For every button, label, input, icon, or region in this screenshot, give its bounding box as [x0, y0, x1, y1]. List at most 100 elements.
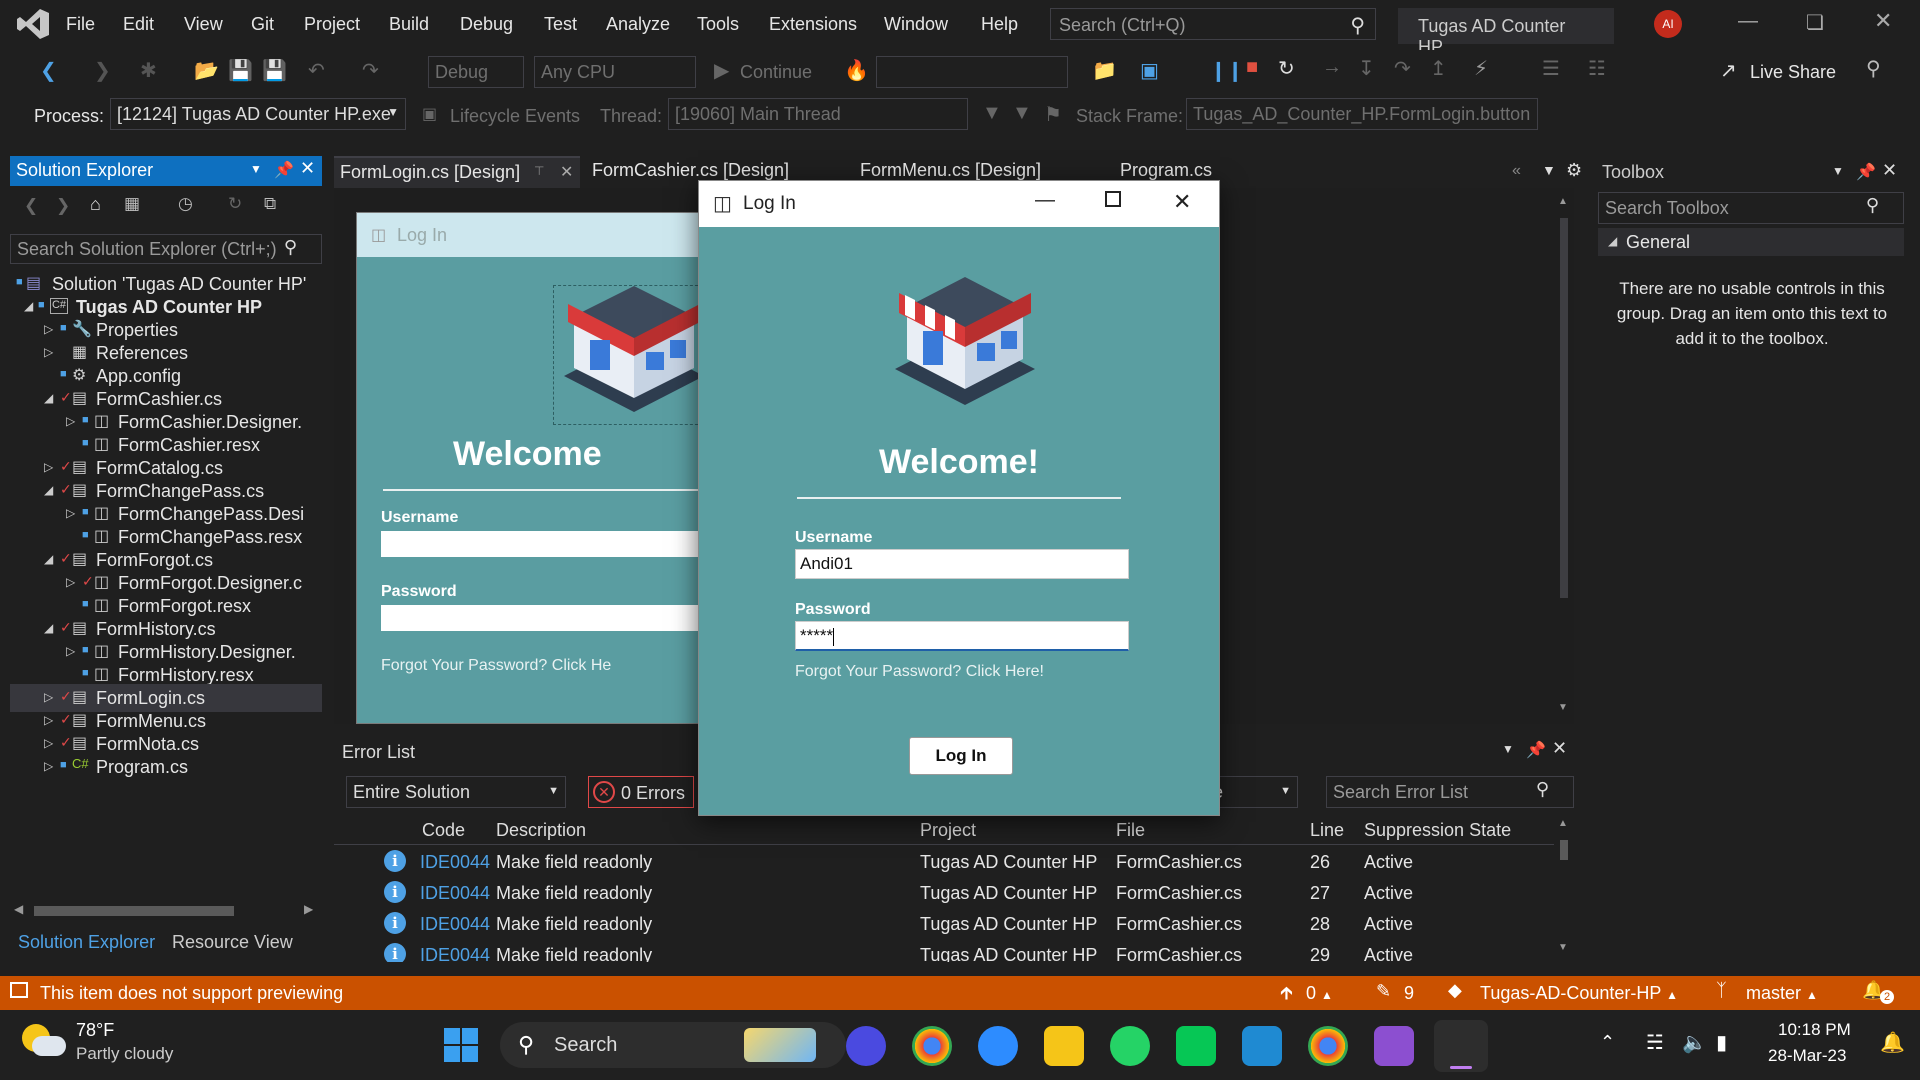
- platform-select[interactable]: Any CPU: [534, 56, 696, 88]
- save-icon[interactable]: 💾: [228, 58, 253, 83]
- home-icon[interactable]: ⌂: [90, 194, 101, 215]
- switch-views-icon[interactable]: ▦: [124, 194, 140, 214]
- close-icon[interactable]: ✕: [1552, 738, 1567, 759]
- minimize-icon[interactable]: —: [1035, 189, 1055, 212]
- login-dialog-titlebar[interactable]: ◫ Log In — ✕: [699, 181, 1219, 227]
- align-icon[interactable]: ☰: [1542, 56, 1560, 81]
- chevron-down-icon[interactable]: ▼: [1502, 742, 1514, 756]
- close-icon[interactable]: ✕: [1882, 160, 1897, 181]
- pending-changes-count[interactable]: 9: [1404, 983, 1414, 1004]
- menu-build[interactable]: Build: [389, 14, 429, 35]
- designer-login-form[interactable]: ◫ Log In Welcome Username Password Forgo…: [356, 212, 706, 724]
- column-file[interactable]: File: [1116, 820, 1145, 841]
- step-over-icon[interactable]: ↷: [1394, 56, 1411, 81]
- tree-item-program[interactable]: ▷ ■ C# Program.cs: [10, 753, 322, 781]
- configuration-select[interactable]: Debug: [428, 56, 524, 88]
- toolbox-group-general[interactable]: ◢ General: [1598, 228, 1904, 256]
- designer-shop-picture[interactable]: [553, 285, 704, 425]
- close-icon[interactable]: ✕: [300, 158, 315, 179]
- continue-icon[interactable]: ▶: [714, 58, 729, 83]
- flag-threads-icon[interactable]: ⚑: [1044, 102, 1062, 127]
- restore-icon[interactable]: ❏: [1806, 10, 1824, 35]
- error-list-scrollbar[interactable]: ▲ ▼: [1558, 818, 1570, 958]
- menu-file[interactable]: File: [66, 14, 95, 35]
- solution-search-input[interactable]: Search Solution Explorer (Ctrl+;) ⚲: [10, 234, 322, 264]
- branch-button[interactable]: master ▲: [1746, 983, 1818, 1004]
- clock-time[interactable]: 10:18 PM: [1778, 1020, 1851, 1040]
- open-folder-icon[interactable]: 📂: [194, 58, 219, 83]
- pending-changes-icon[interactable]: ◷: [178, 194, 193, 214]
- collapse-all-icon[interactable]: ⧉: [264, 194, 276, 214]
- tab-list-icon[interactable]: ▼: [1542, 162, 1556, 178]
- column-line[interactable]: Line: [1310, 820, 1344, 841]
- repository-button[interactable]: Tugas-AD-Counter-HP ▲: [1480, 983, 1678, 1004]
- pin-icon[interactable]: 📌: [274, 160, 294, 180]
- menu-edit[interactable]: Edit: [123, 14, 154, 35]
- menu-window[interactable]: Window: [884, 14, 948, 35]
- error-scope-select[interactable]: Entire Solution ▼: [346, 776, 566, 808]
- horizontal-scrollbar[interactable]: ◀ ▶: [10, 902, 322, 920]
- distribute-icon[interactable]: ☷: [1588, 56, 1606, 81]
- designer-username-field[interactable]: [381, 531, 705, 557]
- gear-icon[interactable]: ⚙: [1566, 160, 1582, 181]
- stop-icon[interactable]: ■: [1246, 56, 1258, 79]
- hot-reload-icon[interactable]: 🔥: [844, 58, 869, 83]
- active-window-icon[interactable]: [1434, 1020, 1488, 1072]
- step-out-icon[interactable]: ↥: [1430, 56, 1447, 81]
- feedback-icon[interactable]: ⚲: [1866, 56, 1881, 81]
- tab-formlogin-design[interactable]: FormLogin.cs [Design] ⊤ ✕: [334, 156, 580, 188]
- errors-filter-button[interactable]: ✕ 0 Errors: [588, 776, 694, 808]
- battery-icon[interactable]: ▮: [1716, 1030, 1727, 1055]
- forward-icon[interactable]: ❯: [94, 58, 111, 83]
- breakpoints-icon[interactable]: ⚡: [1474, 56, 1488, 81]
- filter-clear-icon[interactable]: ▼: [1012, 102, 1032, 125]
- taskbar-search-box[interactable]: ⚲ Search: [500, 1022, 846, 1068]
- find-in-files-icon[interactable]: 📁: [1092, 58, 1117, 83]
- column-suppression-state[interactable]: Suppression State: [1364, 820, 1511, 841]
- teams-chat-icon[interactable]: [846, 1026, 886, 1066]
- column-description[interactable]: Description: [496, 820, 586, 841]
- live-share-icon[interactable]: ↗: [1720, 58, 1737, 83]
- designer-password-field[interactable]: [381, 605, 705, 631]
- login-button[interactable]: Log In: [909, 737, 1013, 775]
- solution-explorer-header[interactable]: Solution Explorer ▼ 📌 ✕: [10, 156, 322, 186]
- menu-debug[interactable]: Debug: [460, 14, 513, 35]
- screenshot-icon[interactable]: ▣: [1140, 58, 1159, 83]
- menu-view[interactable]: View: [184, 14, 223, 35]
- user-avatar[interactable]: AI: [1654, 10, 1682, 38]
- redo-icon[interactable]: ↷: [362, 58, 379, 83]
- new-item-icon[interactable]: ✱: [140, 58, 157, 83]
- menu-tools[interactable]: Tools: [697, 14, 739, 35]
- live-share-button[interactable]: Live Share: [1750, 62, 1836, 83]
- undo-icon[interactable]: ↶: [308, 58, 325, 83]
- username-field[interactable]: Andi01: [795, 549, 1129, 579]
- file-explorer-icon[interactable]: [1044, 1026, 1084, 1066]
- thread-select[interactable]: [19060] Main Thread: [668, 98, 968, 130]
- chevron-down-icon[interactable]: ▼: [1832, 164, 1844, 178]
- maximize-icon[interactable]: [1105, 191, 1121, 207]
- close-icon[interactable]: ✕: [1173, 189, 1191, 215]
- menu-project[interactable]: Project: [304, 14, 360, 35]
- chevron-down-icon[interactable]: ▼: [250, 162, 262, 176]
- chevron-up-icon[interactable]: ⌃: [1600, 1032, 1615, 1053]
- menu-help[interactable]: Help: [981, 14, 1018, 35]
- back-icon[interactable]: ❮: [24, 196, 38, 216]
- lifecycle-events-button[interactable]: Lifecycle Events: [450, 106, 580, 127]
- menu-git[interactable]: Git: [251, 14, 274, 35]
- visual-studio-icon[interactable]: [1374, 1026, 1414, 1066]
- menu-analyze[interactable]: Analyze: [606, 14, 670, 35]
- close-icon[interactable]: ✕: [560, 162, 573, 182]
- line-icon[interactable]: [1176, 1026, 1216, 1066]
- toolbox-empty-message[interactable]: There are no usable controls in this gro…: [1610, 276, 1894, 351]
- scroll-tabs-left-icon[interactable]: «: [1512, 162, 1521, 180]
- table-row[interactable]: i IDE0044 Make field readonly Tugas AD C…: [334, 908, 1554, 938]
- designer-forgot-link[interactable]: Forgot Your Password? Click He: [381, 657, 611, 675]
- toolbox-search-input[interactable]: Search Toolbox ⚲: [1598, 192, 1904, 224]
- save-all-icon[interactable]: 💾: [262, 58, 287, 83]
- continue-button[interactable]: Continue: [740, 62, 812, 83]
- tab-resource-view[interactable]: Resource View: [172, 932, 293, 953]
- table-row[interactable]: i IDE0044 Make field readonly Tugas AD C…: [334, 877, 1554, 907]
- pin-icon[interactable]: 📌: [1526, 740, 1546, 760]
- pin-icon[interactable]: ⊤: [534, 164, 544, 178]
- weather-widget[interactable]: [22, 1024, 66, 1064]
